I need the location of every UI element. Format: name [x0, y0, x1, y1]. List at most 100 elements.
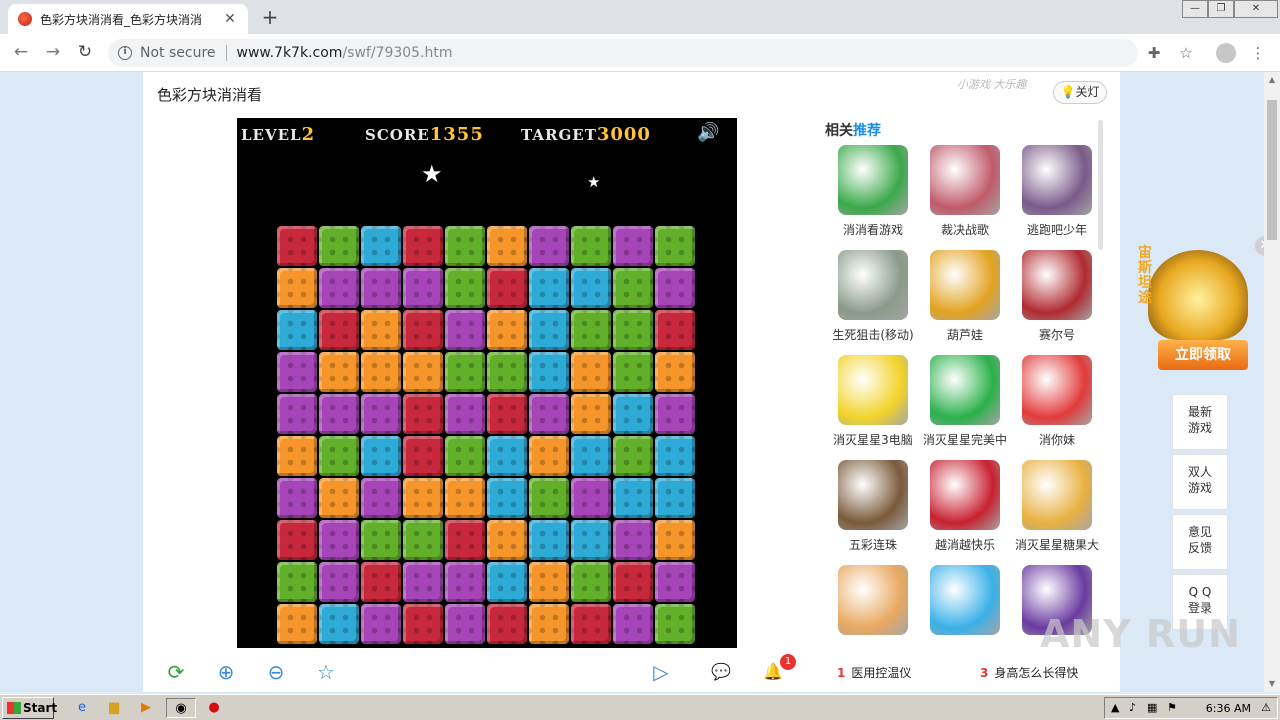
game-tile[interactable]	[445, 604, 485, 644]
maximize-button[interactable]: ❐	[1208, 0, 1234, 18]
game-tile[interactable]	[403, 310, 443, 350]
game-tile[interactable]	[655, 520, 695, 560]
game-tile[interactable]	[361, 520, 401, 560]
game-tile[interactable]	[529, 436, 569, 476]
sidenav-feedback[interactable]: 意见 反馈	[1172, 514, 1228, 570]
game-thumbnail[interactable]	[930, 355, 1000, 425]
forward-icon[interactable]: →	[42, 42, 64, 64]
game-tile[interactable]	[445, 478, 485, 518]
game-tile[interactable]	[571, 310, 611, 350]
close-tab-icon[interactable]: ✕	[222, 11, 238, 27]
tray-up-icon[interactable]: ▲	[1111, 701, 1119, 714]
lights-off-button[interactable]: 💡关灯	[1053, 81, 1107, 104]
address-bar[interactable]: i Not secure www.7k7k.com/swf/79305.htm	[108, 39, 1138, 67]
game-name[interactable]: 裁决战歌	[919, 221, 1011, 238]
reload-icon[interactable]: ↻	[74, 42, 96, 64]
game-thumbnail[interactable]	[1022, 460, 1092, 530]
related-game[interactable]	[827, 565, 919, 635]
game-tile[interactable]	[655, 604, 695, 644]
game-name[interactable]: 消灭星星完美中	[919, 431, 1011, 448]
security-app-icon[interactable]: ●	[202, 698, 226, 718]
game-tile[interactable]	[529, 520, 569, 560]
game-tile[interactable]	[487, 604, 527, 644]
game-name[interactable]: 消消看游戏	[827, 221, 919, 238]
game-tile[interactable]	[277, 394, 317, 434]
game-tile[interactable]	[277, 562, 317, 602]
page-scrollbar[interactable]: ▲ ▼	[1264, 72, 1280, 692]
game-tile[interactable]	[319, 268, 359, 308]
game-tile[interactable]	[403, 268, 443, 308]
game-thumbnail[interactable]	[838, 460, 908, 530]
claim-button[interactable]: 立即领取	[1158, 340, 1248, 370]
game-tile[interactable]	[319, 520, 359, 560]
game-name[interactable]: 越消越快乐	[919, 536, 1011, 553]
game-thumbnail[interactable]	[838, 250, 908, 320]
zoom-in-icon[interactable]: ⊕	[213, 660, 239, 686]
game-thumbnail[interactable]	[838, 355, 908, 425]
game-tile[interactable]	[571, 394, 611, 434]
info-icon[interactable]: i	[118, 46, 132, 60]
game-tile[interactable]	[319, 562, 359, 602]
game-tile[interactable]	[361, 436, 401, 476]
favorite-icon[interactable]: ☆	[313, 660, 339, 686]
related-game[interactable]	[919, 565, 1011, 635]
game-tile[interactable]	[277, 436, 317, 476]
game-tile[interactable]	[529, 226, 569, 266]
game-tile[interactable]	[655, 478, 695, 518]
game-tile[interactable]	[529, 394, 569, 434]
game-name[interactable]: 葫芦娃	[919, 326, 1011, 343]
folder-icon[interactable]: ▆	[102, 698, 126, 718]
game-tile[interactable]	[487, 310, 527, 350]
game-tile[interactable]	[571, 268, 611, 308]
game-tile[interactable]	[277, 310, 317, 350]
news-item[interactable]: 3 身高怎么长得快	[980, 664, 1078, 681]
game-tile[interactable]	[361, 562, 401, 602]
game-tile[interactable]	[403, 436, 443, 476]
game-tile[interactable]	[571, 226, 611, 266]
bookmark-star-icon[interactable]: ☆	[1176, 43, 1196, 63]
game-tile[interactable]	[655, 436, 695, 476]
game-tile[interactable]	[487, 268, 527, 308]
game-tile[interactable]	[445, 562, 485, 602]
game-tile[interactable]	[529, 268, 569, 308]
game-tile[interactable]	[445, 310, 485, 350]
sidenav-two-player[interactable]: 双人 游戏	[1172, 454, 1228, 510]
game-tile[interactable]	[529, 562, 569, 602]
game-tile[interactable]	[319, 604, 359, 644]
game-name[interactable]: 消你妹	[1011, 431, 1103, 448]
game-tile[interactable]	[571, 562, 611, 602]
zoom-out-icon[interactable]: ⊖	[263, 660, 289, 686]
promo-ad[interactable]: 宙斯坦途 立即领取	[1130, 240, 1268, 375]
scroll-down-icon[interactable]: ▼	[1264, 676, 1280, 692]
ie-icon[interactable]: e	[70, 698, 94, 718]
scroll-thumb[interactable]	[1267, 100, 1277, 240]
game-thumbnail[interactable]	[930, 145, 1000, 215]
game-tile[interactable]	[403, 352, 443, 392]
related-game[interactable]: 消灭星星完美中	[919, 355, 1011, 448]
game-tile[interactable]	[613, 394, 653, 434]
game-tile[interactable]	[445, 436, 485, 476]
game-canvas[interactable]: LEVEL2 SCORE1355 TARGET3000 🔊 ★ ★	[237, 118, 737, 648]
game-tile[interactable]	[277, 268, 317, 308]
related-game[interactable]: 消消看游戏	[827, 145, 919, 238]
game-tile[interactable]	[403, 604, 443, 644]
game-name[interactable]: 逃跑吧少年	[1011, 221, 1103, 238]
game-tile[interactable]	[487, 226, 527, 266]
game-tile[interactable]	[487, 352, 527, 392]
game-tile[interactable]	[613, 310, 653, 350]
minimize-button[interactable]: —	[1182, 0, 1208, 18]
game-tile[interactable]	[613, 604, 653, 644]
game-tile[interactable]	[361, 226, 401, 266]
game-name[interactable]: 赛尔号	[1011, 326, 1103, 343]
play-icon[interactable]: ▷	[648, 660, 674, 686]
related-game[interactable]: 消灭星星糖果大	[1011, 460, 1103, 553]
game-tile[interactable]	[571, 436, 611, 476]
start-button[interactable]: Start	[2, 697, 57, 719]
chat-icon[interactable]: 💬	[708, 660, 734, 686]
game-tile[interactable]	[655, 268, 695, 308]
game-tile[interactable]	[445, 520, 485, 560]
related-game[interactable]: 生死狙击(移动)	[827, 250, 919, 343]
game-tile[interactable]	[655, 226, 695, 266]
game-tile[interactable]	[487, 520, 527, 560]
alert-icon[interactable]: ⚠	[1261, 701, 1271, 714]
